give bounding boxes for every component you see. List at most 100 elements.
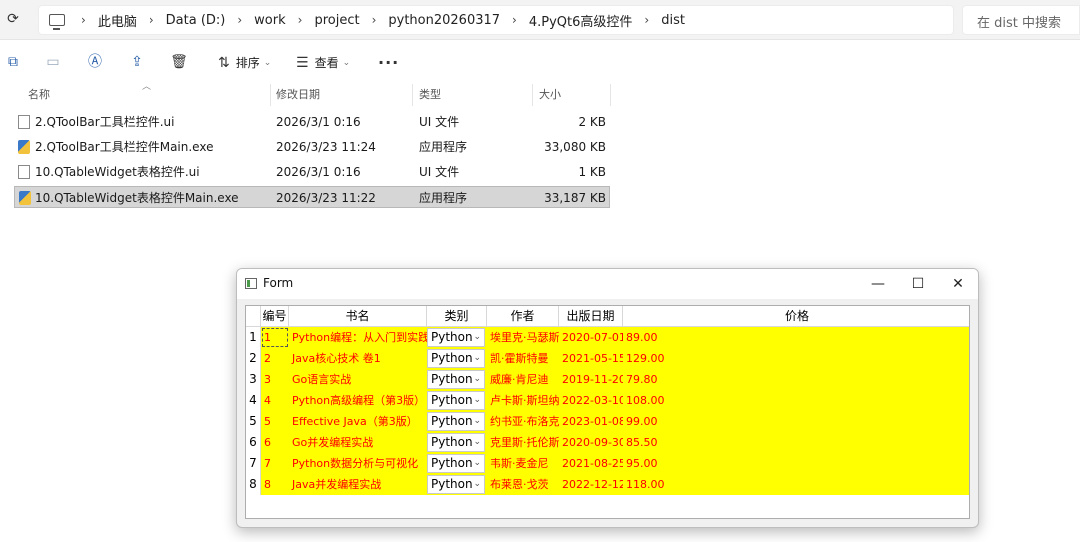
row-header[interactable]: 7: [246, 453, 261, 474]
cell-price[interactable]: 85.50: [623, 432, 969, 453]
header-title[interactable]: 书名: [289, 306, 427, 327]
cell-price[interactable]: 89.00: [623, 327, 969, 348]
copy-icon[interactable]: ⧉: [4, 53, 22, 71]
delete-icon[interactable]: 🗑: [170, 53, 188, 71]
row-header[interactable]: 1: [246, 327, 261, 348]
row-header[interactable]: 4: [246, 390, 261, 411]
category-combobox[interactable]: Python ⌄: [427, 433, 485, 452]
category-combobox[interactable]: Python ⌄: [427, 328, 485, 347]
chevron-right-icon[interactable]: ›: [81, 13, 86, 27]
title-bar[interactable]: Form — ☐ ✕: [237, 269, 978, 299]
search-input[interactable]: 在 dist 中搜索: [962, 5, 1080, 35]
breadcrumb-project[interactable]: project: [314, 13, 359, 28]
file-row[interactable]: 2.QToolBar工具栏控件.ui 2026/3/1 0:16 UI 文件 2…: [14, 111, 610, 133]
paste-icon[interactable]: ▭: [44, 53, 62, 71]
chevron-right-icon[interactable]: ›: [149, 13, 154, 27]
column-divider[interactable]: [270, 84, 271, 106]
cell-title[interactable]: Python编程：从入门到实践: [289, 327, 427, 348]
chevron-right-icon[interactable]: ›: [644, 13, 649, 27]
breadcrumb-work[interactable]: work: [254, 13, 285, 28]
cell-id[interactable]: 7: [261, 453, 289, 474]
category-combobox[interactable]: Python ⌄: [427, 349, 485, 368]
category-combobox[interactable]: Python ⌄: [427, 370, 485, 389]
books-table[interactable]: 编号 书名 类别 作者 出版日期 价格 1 1 Python编程：从入门到实践 …: [245, 305, 970, 519]
category-combobox[interactable]: Python ⌄: [427, 412, 485, 431]
cell-author[interactable]: 韦斯·麦金尼: [487, 453, 559, 474]
header-date[interactable]: 出版日期: [559, 306, 623, 327]
cell-author[interactable]: 威廉·肯尼迪: [487, 369, 559, 390]
row-header[interactable]: 6: [246, 432, 261, 453]
cell-title[interactable]: Python高级编程（第3版）: [289, 390, 427, 411]
column-header-type[interactable]: 类型: [419, 84, 441, 106]
category-combobox[interactable]: Python ⌄: [427, 475, 485, 494]
column-divider[interactable]: [610, 84, 611, 106]
breadcrumb-drive[interactable]: Data (D:): [166, 13, 226, 28]
more-options-button[interactable]: ···: [378, 53, 399, 72]
corner-button[interactable]: [246, 306, 261, 327]
cell-author[interactable]: 凯·霍斯特曼: [487, 348, 559, 369]
cell-price[interactable]: 95.00: [623, 453, 969, 474]
breadcrumb-python-folder[interactable]: python20260317: [388, 13, 500, 28]
header-price[interactable]: 价格: [623, 306, 969, 327]
sort-button[interactable]: ⇅ 排序 ⌄: [218, 54, 271, 71]
column-header-size[interactable]: 大小: [539, 84, 561, 106]
column-divider[interactable]: [532, 84, 533, 106]
close-button[interactable]: ✕: [943, 272, 973, 296]
header-id[interactable]: 编号: [261, 306, 289, 327]
category-combobox[interactable]: Python ⌄: [427, 391, 485, 410]
cell-author[interactable]: 卢卡斯·斯坦纳: [487, 390, 559, 411]
cell-price[interactable]: 79.80: [623, 369, 969, 390]
row-header[interactable]: 2: [246, 348, 261, 369]
cell-id[interactable]: 4: [261, 390, 289, 411]
cell-price[interactable]: 108.00: [623, 390, 969, 411]
breadcrumb[interactable]: › 此电脑 › Data (D:) › work › project › pyt…: [38, 5, 954, 35]
cell-author[interactable]: 埃里克·马瑟斯: [487, 327, 559, 348]
cell-date[interactable]: 2023-01-08: [559, 411, 623, 432]
cell-id[interactable]: 5: [261, 411, 289, 432]
chevron-right-icon[interactable]: ›: [372, 13, 377, 27]
share-icon[interactable]: ⇪: [128, 53, 146, 71]
cell-title[interactable]: Go并发编程实战: [289, 432, 427, 453]
cell-author[interactable]: 约书亚·布洛克: [487, 411, 559, 432]
cell-id[interactable]: 3: [261, 369, 289, 390]
chevron-right-icon[interactable]: ›: [512, 13, 517, 27]
cell-date[interactable]: 2022-12-12: [559, 474, 623, 495]
cell-id[interactable]: 1: [261, 327, 289, 348]
category-combobox[interactable]: Python ⌄: [427, 454, 485, 473]
cell-title[interactable]: Java并发编程实战: [289, 474, 427, 495]
rename-icon[interactable]: Ⓐ: [86, 53, 104, 71]
header-author[interactable]: 作者: [487, 306, 559, 327]
cell-id[interactable]: 8: [261, 474, 289, 495]
row-header[interactable]: 3: [246, 369, 261, 390]
chevron-right-icon[interactable]: ›: [298, 13, 303, 27]
cell-author[interactable]: 布莱恩·戈茨: [487, 474, 559, 495]
chevron-right-icon[interactable]: ›: [237, 13, 242, 27]
cell-date[interactable]: 2020-07-01: [559, 327, 623, 348]
breadcrumb-this-pc[interactable]: 此电脑: [98, 11, 137, 30]
breadcrumb-pyqt6-folder[interactable]: 4.PyQt6高级控件: [529, 11, 633, 30]
minimize-button[interactable]: —: [863, 272, 893, 296]
file-row[interactable]: 10.QTableWidget表格控件.ui 2026/3/1 0:16 UI …: [14, 161, 610, 183]
cell-title[interactable]: Java核心技术 卷1: [289, 348, 427, 369]
cell-price[interactable]: 118.00: [623, 474, 969, 495]
file-row[interactable]: 2.QToolBar工具栏控件Main.exe 2026/3/23 11:24 …: [14, 136, 610, 158]
cell-date[interactable]: 2022-03-10: [559, 390, 623, 411]
column-divider[interactable]: [412, 84, 413, 106]
cell-date[interactable]: 2021-08-25: [559, 453, 623, 474]
cell-title[interactable]: Effective Java（第3版）: [289, 411, 427, 432]
cell-title[interactable]: Python数据分析与可视化: [289, 453, 427, 474]
cell-date[interactable]: 2019-11-20: [559, 369, 623, 390]
cell-author[interactable]: 克里斯·托伦斯: [487, 432, 559, 453]
cell-price[interactable]: 129.00: [623, 348, 969, 369]
cell-title[interactable]: Go语言实战: [289, 369, 427, 390]
file-row-selected[interactable]: 10.QTableWidget表格控件Main.exe 2026/3/23 11…: [14, 186, 610, 208]
cell-date[interactable]: 2020-09-30: [559, 432, 623, 453]
column-header-modified[interactable]: 修改日期: [276, 84, 320, 106]
column-header-name[interactable]: 名称: [28, 84, 50, 106]
row-header[interactable]: 5: [246, 411, 261, 432]
cell-id[interactable]: 2: [261, 348, 289, 369]
header-category[interactable]: 类别: [427, 306, 487, 327]
view-button[interactable]: ☰ 查看 ⌄: [296, 54, 350, 71]
breadcrumb-dist[interactable]: dist: [661, 13, 685, 28]
row-header[interactable]: 8: [246, 474, 261, 495]
